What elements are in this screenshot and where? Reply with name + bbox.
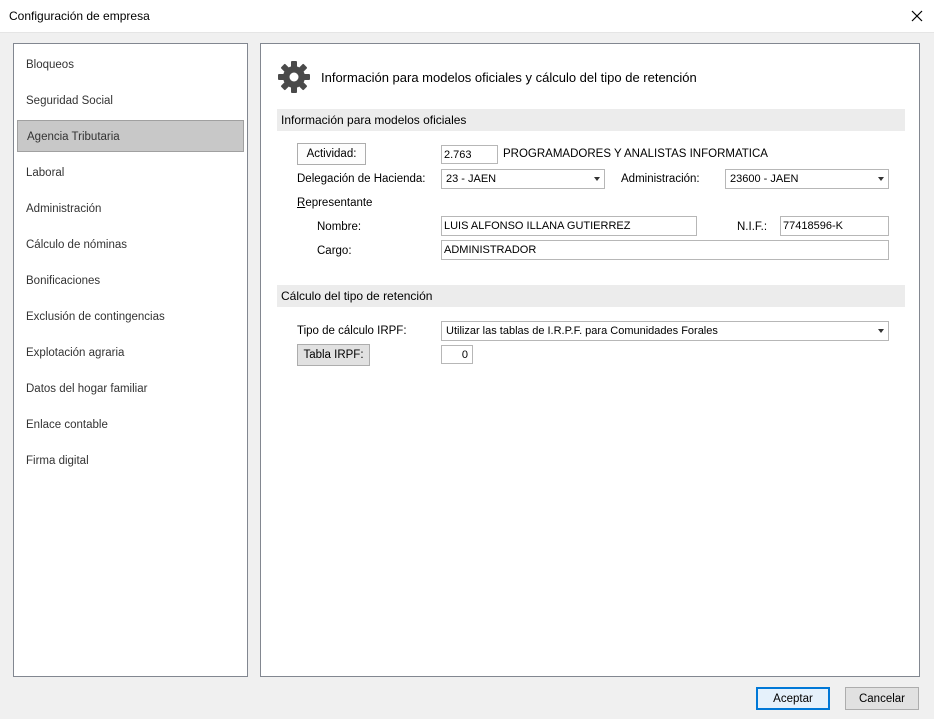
window-title: Configuración de empresa [9,9,150,23]
close-button[interactable] [900,0,934,32]
tipo-calculo-label: Tipo de cálculo IRPF: [297,325,407,337]
nombre-field[interactable]: LUIS ALFONSO ILLANA GUTIERREZ [441,216,697,236]
sidebar-item-enlace-contable[interactable]: Enlace contable [17,409,244,441]
sidebar-item-seguridad-social[interactable]: Seguridad Social [17,85,244,117]
sidebar-item-agencia-tributaria[interactable]: Agencia Tributaria [17,120,244,152]
sidebar-item-administracion[interactable]: Administración [17,193,244,225]
cancel-button[interactable]: Cancelar [845,687,919,710]
delegacion-value: 23 - JAEN [446,173,497,185]
sidebar-item-hogar-familiar[interactable]: Datos del hogar familiar [17,373,244,405]
main-panel: Información para modelos oficiales y cál… [260,43,920,677]
chevron-down-icon [878,329,884,333]
tabla-irpf-field[interactable]: 0 [441,345,473,364]
page-title: Información para modelos oficiales y cál… [321,70,697,85]
close-icon [911,10,923,22]
section-header-modelos-oficiales: Información para modelos oficiales [277,109,905,131]
sidebar-item-calculo-nominas[interactable]: Cálculo de nóminas [17,229,244,261]
chevron-down-icon [878,177,884,181]
sidebar-item-laboral[interactable]: Laboral [17,157,244,189]
sidebar-item-exclusion-contingencias[interactable]: Exclusión de contingencias [17,301,244,333]
administracion-select[interactable]: 23600 - JAEN [725,169,889,189]
administracion-label: Administración: [621,173,700,185]
nif-label: N.I.F.: [737,221,768,233]
sidebar: Bloqueos Seguridad Social Agencia Tribut… [13,43,248,677]
cargo-field[interactable]: ADMINISTRADOR [441,240,889,260]
nif-field[interactable]: 77418596-K [780,216,889,236]
actividad-description: PROGRAMADORES Y ANALISTAS INFORMATICA [503,148,768,160]
tabla-irpf-button[interactable]: Tabla IRPF: [297,344,370,366]
sidebar-item-bloqueos[interactable]: Bloqueos [17,49,244,81]
cargo-label: Cargo: [317,245,352,257]
delegacion-select[interactable]: 23 - JAEN [441,169,605,189]
delegacion-label: Delegación de Hacienda: [297,173,426,185]
nombre-label: Nombre: [317,221,362,233]
chevron-down-icon [594,177,600,181]
tipo-calculo-value: Utilizar las tablas de I.R.P.F. para Com… [446,325,718,337]
gear-icon [278,61,310,93]
sidebar-item-bonificaciones[interactable]: Bonificaciones [17,265,244,297]
sidebar-item-firma-digital[interactable]: Firma digital [17,445,244,477]
section-header-calculo-retencion: Cálculo del tipo de retención [277,285,905,307]
sidebar-item-explotacion-agraria[interactable]: Explotación agraria [17,337,244,369]
actividad-code-field[interactable]: 2.763 [441,145,498,164]
actividad-button[interactable]: Actividad: [297,143,366,165]
title-bar: Configuración de empresa [0,0,934,33]
accept-button[interactable]: Aceptar [756,687,830,710]
administracion-value: 23600 - JAEN [730,173,799,185]
representante-label: Representante [297,197,373,209]
tipo-calculo-select[interactable]: Utilizar las tablas de I.R.P.F. para Com… [441,321,889,341]
